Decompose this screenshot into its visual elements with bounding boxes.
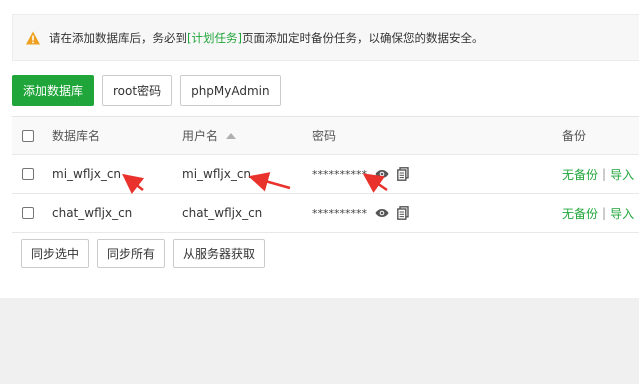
eye-icon[interactable] — [375, 169, 389, 179]
no-backup-link[interactable]: 无备份 — [562, 205, 598, 222]
fetch-from-server-button[interactable]: 从服务器获取 — [173, 239, 266, 268]
username: mi_wfljx_cn — [182, 167, 252, 181]
header-backup: 备份 — [562, 129, 587, 143]
header-username[interactable]: 用户名 — [182, 117, 237, 154]
no-backup-link[interactable]: 无备份 — [562, 166, 598, 183]
sync-all-button[interactable]: 同步所有 — [97, 239, 166, 268]
table-row: mi_wfljx_cn mi_wfljx_cn ********** 无备份 | 导… — [12, 155, 639, 194]
password-cell: ********** — [312, 194, 409, 232]
copy-icon[interactable] — [397, 167, 409, 181]
eye-icon[interactable] — [375, 208, 389, 218]
password-mask: ********** — [312, 167, 367, 181]
select-all-checkbox[interactable] — [22, 129, 34, 142]
toolbar: 添加数据库 root密码 phpMyAdmin — [12, 75, 281, 106]
username: chat_wfljx_cn — [182, 206, 263, 220]
warning-message: 请在添加数据库后，务必到[计划任务]页面添加定时备份任务，以确保您的数据安全。 — [49, 30, 484, 45]
table-row: chat_wfljx_cn chat_wfljx_cn ********** 无… — [12, 194, 639, 233]
backup-cell: 无备份 | 导入 — [562, 155, 634, 193]
row-checkbox[interactable] — [22, 168, 34, 180]
warning-icon — [25, 30, 41, 46]
separator: | — [602, 167, 607, 181]
password-cell: ********** — [312, 155, 409, 193]
add-database-button[interactable]: 添加数据库 — [12, 75, 95, 106]
phpmyadmin-button[interactable]: phpMyAdmin — [180, 75, 281, 106]
header-password: 密码 — [312, 129, 337, 143]
import-link[interactable]: 导入 — [610, 205, 634, 222]
db-name: mi_wfljx_cn — [52, 167, 122, 181]
database-table: 数据库名 用户名 密码 备份 mi_wfljx_cn mi_wfljx_cn *… — [12, 116, 639, 233]
db-name: chat_wfljx_cn — [52, 206, 133, 220]
row-checkbox[interactable] — [22, 207, 34, 219]
database-panel: 请在添加数据库后，务必到[计划任务]页面添加定时备份任务，以确保您的数据安全。 … — [0, 0, 639, 298]
backup-warning-alert: 请在添加数据库后，务必到[计划任务]页面添加定时备份任务，以确保您的数据安全。 — [12, 14, 639, 61]
copy-icon[interactable] — [397, 206, 409, 220]
root-password-button[interactable]: root密码 — [102, 75, 173, 106]
separator: | — [602, 206, 607, 220]
backup-cell: 无备份 | 导入 — [562, 194, 634, 232]
import-link[interactable]: 导入 — [610, 166, 634, 183]
password-mask: ********** — [312, 206, 367, 220]
table-header: 数据库名 用户名 密码 备份 — [12, 117, 639, 155]
footer-actions: 同步选中 同步所有 从服务器获取 — [21, 239, 266, 268]
header-db-name[interactable]: 数据库名 — [52, 117, 100, 154]
sync-selected-button[interactable]: 同步选中 — [21, 239, 90, 268]
sort-asc-icon — [226, 132, 237, 139]
cron-task-link[interactable]: [计划任务] — [187, 31, 242, 45]
